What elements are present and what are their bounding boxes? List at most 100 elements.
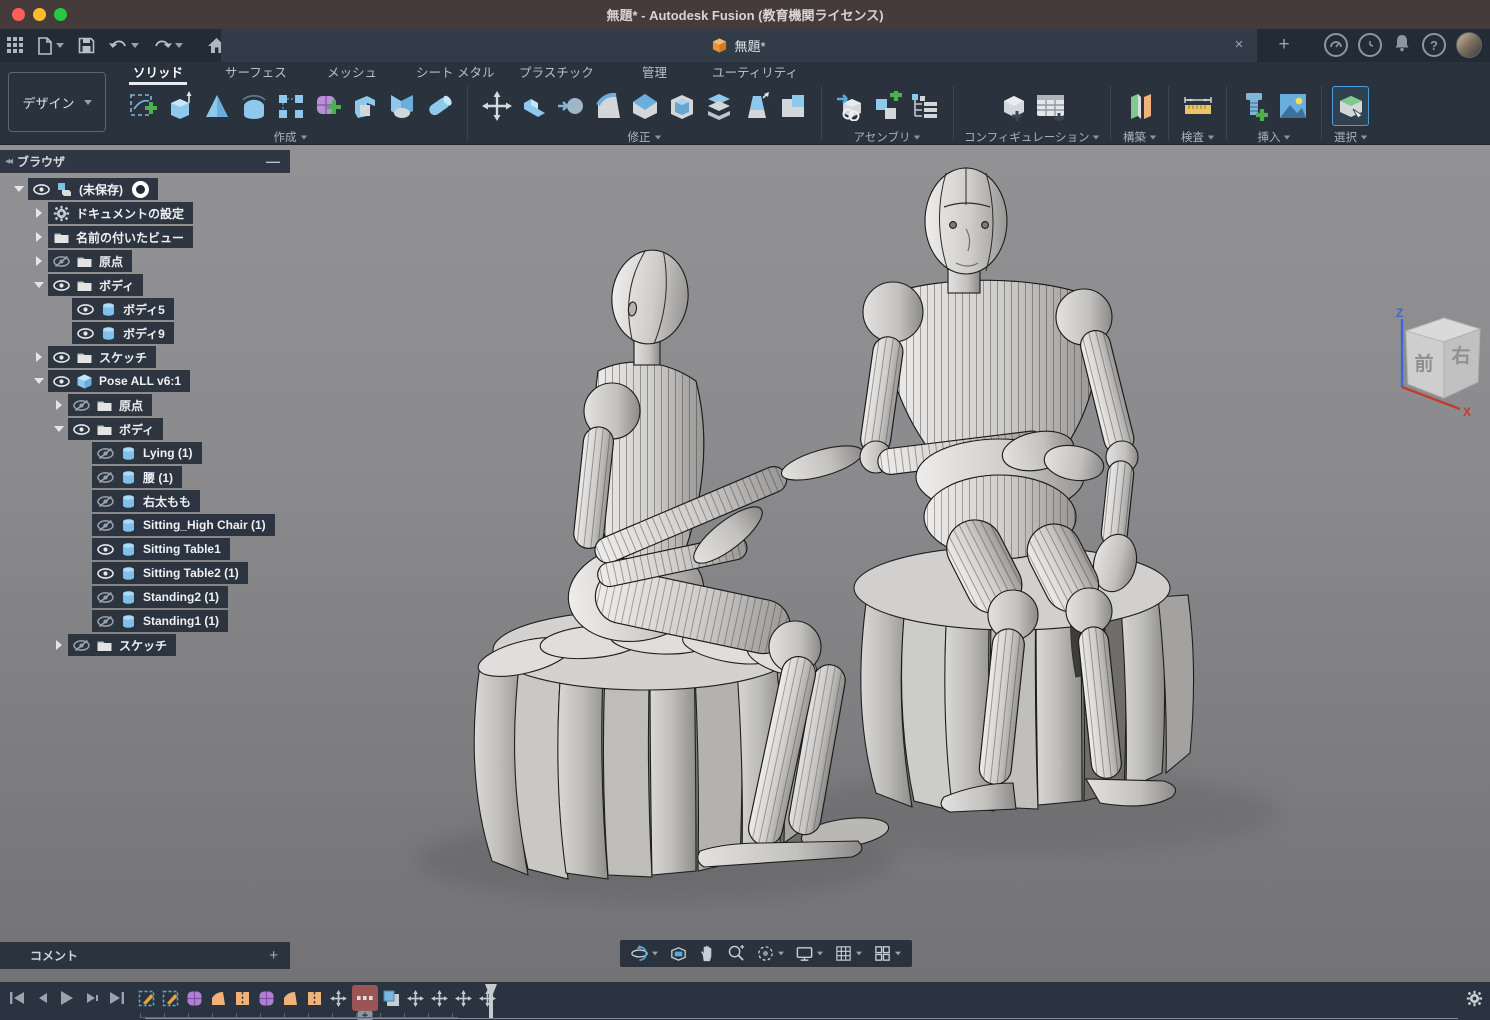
timeline-feature-primitive[interactable] [381,987,402,1010]
skip-to-end-button[interactable] [106,987,127,1008]
visibility-eye-icon[interactable] [73,637,90,654]
group-insert-label[interactable]: 挿入 [1257,129,1291,145]
tree-item[interactable]: Standing2 (1) [0,585,300,609]
visibility-eye-icon[interactable] [53,349,70,366]
tree-expander-icon[interactable] [50,640,68,650]
combine-button[interactable] [515,86,552,126]
fit-button[interactable] [752,942,789,965]
tab-surface[interactable]: サーフェス [225,62,287,82]
timeline-feature-fillet[interactable] [280,987,301,1010]
visibility-eye-icon[interactable] [53,253,70,270]
pipe-button[interactable] [420,86,457,126]
add-comment-button[interactable]: + [269,947,278,964]
tree-item-label[interactable]: スケッチ [99,349,147,366]
tree-item-label[interactable]: (未保存) [79,181,123,198]
tree-item[interactable]: Sitting_High Chair (1) [0,513,300,537]
tree-item-label[interactable]: ボディ5 [123,301,165,318]
offset-face-button[interactable] [700,86,737,126]
tab-solid[interactable]: ソリッド [133,62,183,82]
timeline-playhead[interactable] [484,984,498,1018]
look-at-button[interactable] [665,942,692,965]
redo-button[interactable] [146,33,190,59]
visibility-eye-icon[interactable] [97,493,114,510]
tree-expander-icon[interactable] [30,232,48,242]
close-tab-icon[interactable]: × [1229,35,1249,55]
extrude-button[interactable] [161,86,198,126]
visibility-eye-icon[interactable] [53,277,70,294]
zoom-button[interactable] [723,942,750,965]
browser-collapse-icon[interactable]: ◂◂ [5,156,11,167]
visibility-eye-icon[interactable] [33,181,50,198]
group-create-label[interactable]: 作成 [274,129,308,145]
tree-item[interactable]: ボディ5 [0,297,300,321]
fillet-button[interactable] [589,86,626,126]
revolve-button[interactable] [198,86,235,126]
tree-expander-icon[interactable] [30,352,48,362]
tree-item-label[interactable]: ボディ [119,421,154,438]
new-configuration-button[interactable] [995,86,1032,126]
boundary-fill-button[interactable] [346,86,383,126]
tree-item-label[interactable]: Sitting Table1 [143,542,221,556]
tree-item[interactable]: Sitting Table1 [0,537,300,561]
grid-snap-button[interactable] [830,942,867,965]
tree-item[interactable]: ボディ [0,273,300,297]
job-status-clock-icon[interactable] [1358,33,1382,57]
tree-item[interactable]: ボディ [0,417,300,441]
visibility-eye-icon[interactable] [97,541,114,558]
timeline-feature-form[interactable] [184,987,205,1010]
viewcube[interactable]: Z X 前 右 [1384,305,1490,417]
tree-item[interactable]: Lying (1) [0,441,300,465]
measure-button[interactable] [1179,86,1216,126]
timeline-feature-move[interactable] [405,987,426,1010]
group-inspect-label[interactable]: 検査 [1181,129,1215,145]
visibility-eye-icon[interactable] [97,445,114,462]
move-copy-button[interactable] [478,86,515,126]
tree-item-label[interactable]: Lying (1) [143,446,193,460]
timeline-track[interactable] [145,1018,1458,1019]
workspace-selector-button[interactable]: デザイン [8,72,106,132]
tree-item-label[interactable]: ボディ9 [123,325,165,342]
tree-item[interactable]: スケッチ [0,345,300,369]
group-select-label[interactable]: 選択 [1334,129,1368,145]
tree-item-label[interactable]: 名前の付いたビュー [76,229,184,246]
timeline-settings-gear-icon[interactable] [1466,990,1483,1012]
tree-item[interactable]: Pose ALL v6:1 [0,369,300,393]
notifications-bell-icon[interactable] [1392,33,1412,58]
tree-item-label[interactable]: Standing2 (1) [143,590,219,604]
tree-item-label[interactable]: Sitting_High Chair (1) [143,518,266,532]
timeline-feature-sketch[interactable] [160,987,181,1010]
insert-mcmaster-button[interactable] [1237,86,1274,126]
tab-sheet-metal[interactable]: シート メタル [416,62,494,82]
tree-expander-icon[interactable] [30,256,48,266]
help-icon[interactable]: ? [1422,33,1446,57]
document-tab[interactable]: 無題* × [221,29,1257,62]
tree-item-label[interactable]: Pose ALL v6:1 [99,374,181,388]
timeline-feature-form[interactable] [256,987,277,1010]
chamfer-button[interactable] [626,86,663,126]
press-pull-button[interactable] [552,86,589,126]
group-construct-label[interactable]: 構築 [1123,129,1157,145]
new-tab-button[interactable]: + [1272,33,1296,57]
pattern-button[interactable] [272,86,309,126]
save-button[interactable] [71,33,102,59]
new-component-button[interactable] [869,86,906,126]
visibility-eye-icon[interactable] [77,301,94,318]
tab-mesh[interactable]: メッシュ [327,62,377,82]
visibility-eye-icon[interactable] [77,325,94,342]
comments-bar[interactable]: コメント + [0,942,290,969]
insert-canvas-button[interactable] [1274,86,1311,126]
loft-button[interactable] [383,86,420,126]
construction-plane-button[interactable] [1121,86,1158,126]
tab-utilities[interactable]: ユーティリティ [712,62,798,82]
tree-item-label[interactable]: 右太もも [143,493,191,510]
tree-item[interactable]: 原点 [0,393,300,417]
visibility-eye-icon[interactable] [97,589,114,606]
tree-item-label[interactable]: Sitting Table2 (1) [143,566,239,580]
group-configuration-label[interactable]: コンフィギュレーション [964,129,1100,145]
display-settings-button[interactable] [791,942,828,965]
timeline-feature-group-selected[interactable]: + [352,985,378,1011]
tree-expander-icon[interactable] [50,400,68,410]
tree-item-label[interactable]: ドキュメントの設定 [76,205,184,222]
tree-item-label[interactable]: 原点 [119,397,143,414]
tree-expander-icon[interactable] [30,208,48,218]
